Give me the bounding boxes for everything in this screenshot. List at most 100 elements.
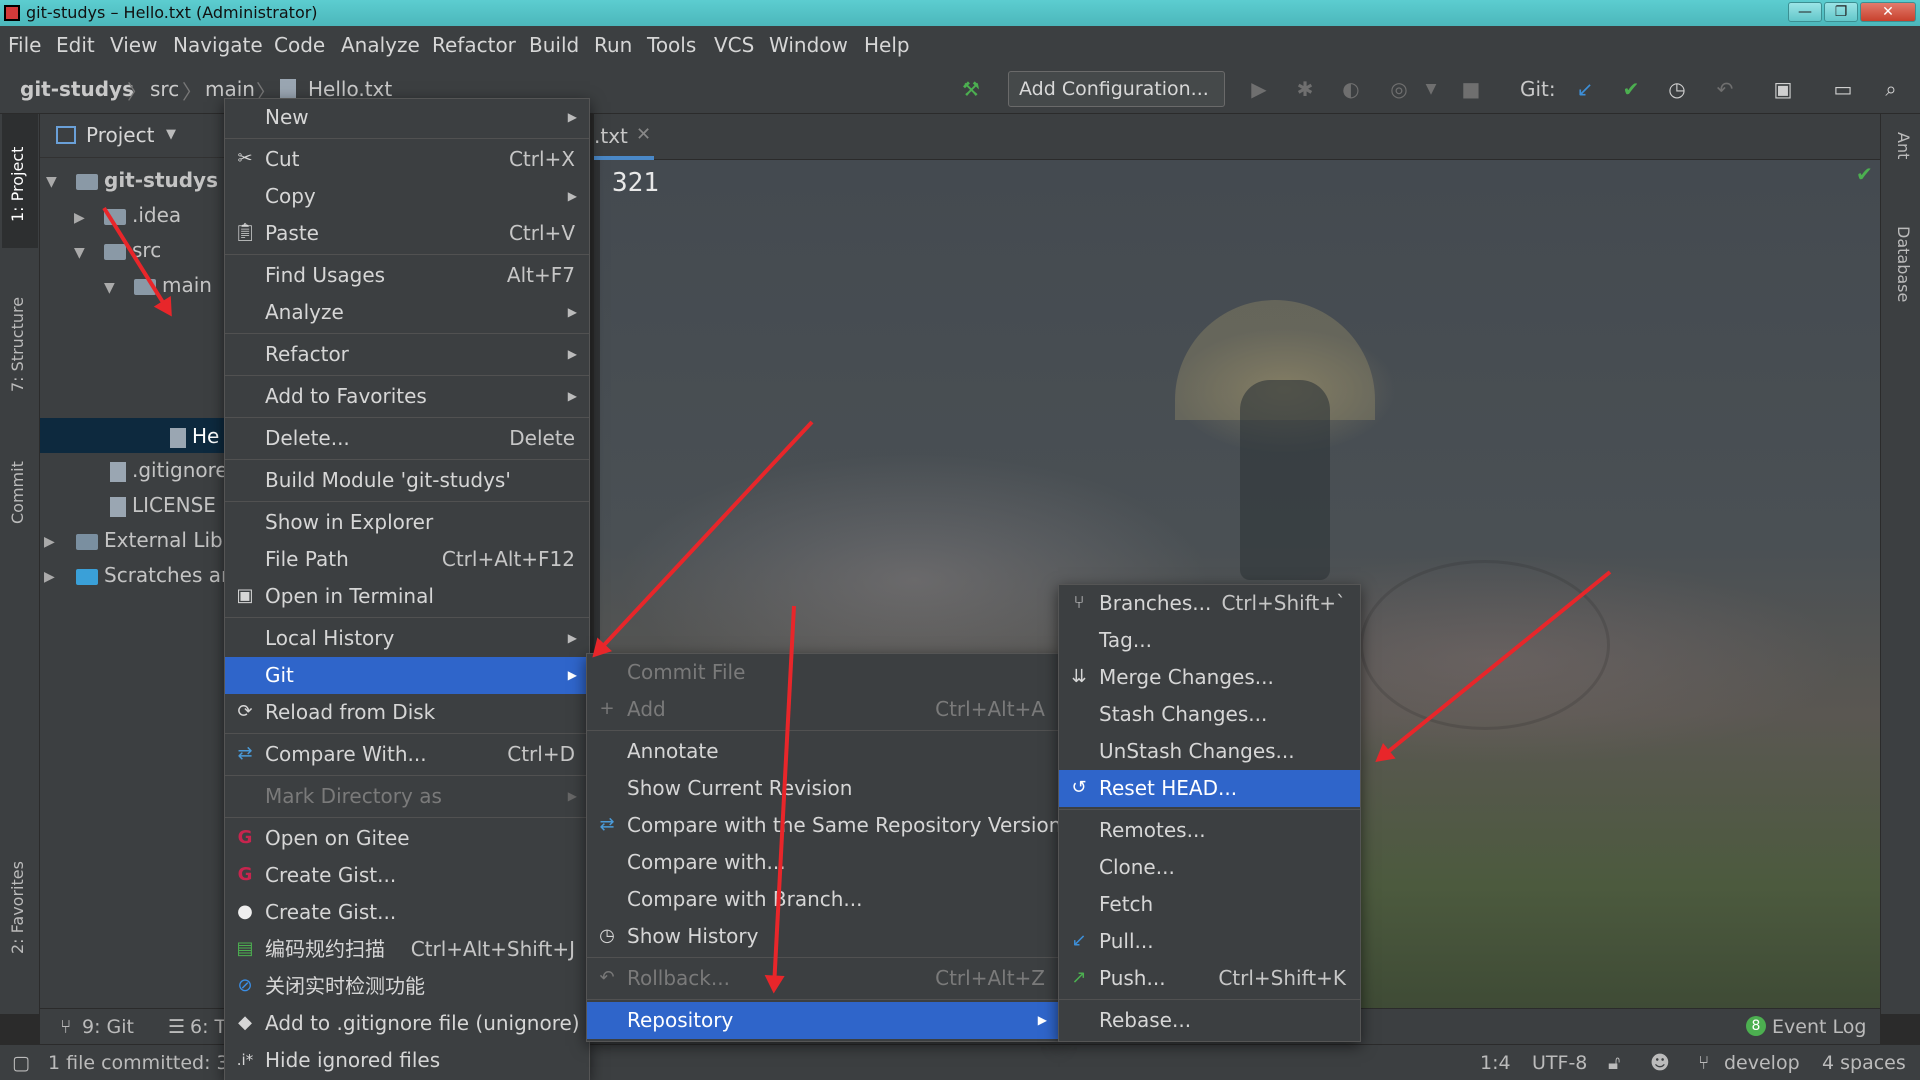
menu-item-open-on-gitee[interactable]: G Open on Gitee [225, 820, 589, 857]
status-message[interactable]: 1 file committed: 3 [48, 1052, 229, 1074]
lock-icon[interactable]: 🔓︎ [1608, 1052, 1620, 1074]
tree-item-project-root[interactable]: git-studys [76, 168, 218, 192]
menu-item-tag[interactable]: Tag... [1059, 622, 1360, 659]
tool-tab-commit[interactable]: Commit [8, 461, 27, 524]
menu-item-compare-same-repo-version[interactable]: ⇄ Compare with the Same Repository Versio… [587, 807, 1061, 844]
menu-item-file-path[interactable]: File Path Ctrl+Alt+F12 [225, 541, 589, 578]
menu-item-show-history[interactable]: ◷ Show History [587, 918, 1059, 955]
menu-item-open-in-terminal[interactable]: ▣ Open in Terminal [225, 578, 589, 615]
menu-item-hide-ignored-files[interactable]: .i* Hide ignored files [225, 1042, 589, 1079]
tree-collapse-icon[interactable]: ▶ [44, 569, 55, 585]
menu-window[interactable]: Window [769, 33, 848, 57]
menu-item-reload-from-disk[interactable]: ⟳ Reload from Disk [225, 694, 589, 731]
project-structure-icon[interactable]: ▣ [1770, 76, 1796, 102]
tree-item-gitignore[interactable]: .gitignore [110, 458, 228, 482]
menu-navigate[interactable]: Navigate [173, 33, 263, 57]
menu-item-compare-with[interactable]: Compare with... [587, 844, 1059, 881]
coverage-icon[interactable]: ◐ [1338, 76, 1364, 102]
menu-run[interactable]: Run [594, 33, 632, 57]
menu-item-refactor[interactable]: Refactor ▶ [225, 336, 589, 373]
menu-item-local-history[interactable]: Local History ▶ [225, 620, 589, 657]
menu-code[interactable]: Code [274, 33, 325, 57]
menu-item-add-to-gitignore[interactable]: ◆ Add to .gitignore file (unignore) [225, 1005, 589, 1042]
menu-item-add-to-favorites[interactable]: Add to Favorites ▶ [225, 378, 589, 415]
git-branch-widget[interactable]: develop [1724, 1052, 1800, 1074]
tool-tab-git[interactable]: 9: Git [82, 1016, 134, 1038]
git-history-icon[interactable]: ◷ [1664, 76, 1690, 102]
stop-icon[interactable]: ■ [1458, 76, 1484, 102]
menu-item-repository[interactable]: Repository ▶ [587, 1002, 1059, 1039]
search-icon[interactable]: ⌕ [1878, 76, 1904, 102]
tool-tab-todo[interactable]: 6: T [190, 1016, 226, 1038]
add-configuration-button[interactable]: Add Configuration... [1008, 71, 1225, 107]
menu-file[interactable]: File [8, 33, 41, 57]
inspector-icon[interactable]: ☻ [1650, 1052, 1670, 1074]
menu-item-branches[interactable]: ⑂ Branches... Ctrl+Shift+` [1059, 585, 1360, 622]
caret-position[interactable]: 1:4 [1480, 1052, 1511, 1074]
tree-item-scratches[interactable]: Scratches ar [76, 563, 229, 587]
tree-collapse-icon[interactable]: ▶ [74, 210, 85, 226]
minimize-button[interactable]: — [1788, 2, 1822, 22]
menu-item-stash-changes[interactable]: Stash Changes... [1059, 696, 1360, 733]
menu-item-compare-with[interactable]: ⇄ Compare With... Ctrl+D [225, 736, 589, 773]
editor-tab-hello-txt[interactable]: .txt [594, 124, 628, 148]
menu-item-push[interactable]: ↗ Push... Ctrl+Shift+K [1059, 960, 1360, 997]
breadcrumb-src[interactable]: src [150, 77, 179, 101]
editor-content[interactable]: 321 [612, 168, 659, 198]
menu-tools[interactable]: Tools [647, 33, 696, 57]
menu-item-cut[interactable]: ✂ Cut Ctrl+X [225, 141, 589, 178]
tree-item-external-libraries[interactable]: External Libr [76, 528, 231, 552]
tree-expand-icon[interactable]: ▼ [46, 174, 57, 190]
debug-icon[interactable]: ✱ [1292, 76, 1318, 102]
tree-expand-icon[interactable]: ▼ [74, 245, 85, 261]
terminal-window-icon[interactable]: ▭ [1830, 76, 1856, 102]
menu-item-unstash-changes[interactable]: UnStash Changes... [1059, 733, 1360, 770]
close-icon[interactable]: ✕ [636, 124, 651, 145]
menu-item-new[interactable]: New ▶ [225, 99, 589, 136]
menu-item-pull[interactable]: ↙ Pull... [1059, 923, 1360, 960]
menu-help[interactable]: Help [864, 33, 910, 57]
menu-item-delete[interactable]: Delete... Delete [225, 420, 589, 457]
git-update-icon[interactable]: ↙ [1572, 76, 1598, 102]
menu-item-fetch[interactable]: Fetch [1059, 886, 1360, 923]
menu-analyze[interactable]: Analyze [341, 33, 420, 57]
menu-item-rebase[interactable]: Rebase... [1059, 1002, 1360, 1039]
run-icon[interactable]: ▶ [1246, 76, 1272, 102]
menu-item-git[interactable]: Git ▶ [225, 657, 589, 694]
tree-item-hello-txt[interactable]: He [170, 424, 219, 448]
menu-view[interactable]: View [110, 33, 157, 57]
git-commit-icon[interactable]: ✔ [1618, 76, 1644, 102]
tool-tab-favorites[interactable]: 2: Favorites [8, 861, 27, 954]
tool-tab-structure[interactable]: 7: Structure [8, 297, 27, 392]
tree-expand-icon[interactable]: ▼ [104, 280, 115, 296]
project-view-title[interactable]: Project [86, 123, 154, 147]
indent-widget[interactable]: 4 spaces [1822, 1052, 1906, 1074]
menu-item-annotate[interactable]: Annotate [587, 733, 1059, 770]
menu-item-clone[interactable]: Clone... [1059, 849, 1360, 886]
menu-item-show-current-revision[interactable]: Show Current Revision [587, 770, 1059, 807]
maximize-button[interactable]: ❐ [1824, 2, 1858, 22]
menu-item-show-in-explorer[interactable]: Show in Explorer [225, 504, 589, 541]
tool-tab-event-log[interactable]: Event Log [1772, 1016, 1866, 1038]
menu-item-paste[interactable]: 📋︎ Paste Ctrl+V [225, 215, 589, 252]
chevron-down-icon[interactable]: ▼ [1418, 76, 1444, 102]
tree-item-license[interactable]: LICENSE [110, 493, 216, 517]
status-toggle-icon[interactable]: ▢ [12, 1052, 30, 1074]
profile-icon[interactable]: ◎ [1386, 76, 1412, 102]
menu-build[interactable]: Build [529, 33, 579, 57]
menu-item-find-usages[interactable]: Find Usages Alt+F7 [225, 257, 589, 294]
menu-item-code-scan[interactable]: ▤ 编码规约扫描 Ctrl+Alt+Shift+J [225, 931, 589, 968]
menu-item-create-gist-gitee[interactable]: G Create Gist... [225, 857, 589, 894]
menu-item-create-gist-github[interactable]: ● Create Gist... [225, 894, 589, 931]
menu-refactor[interactable]: Refactor [432, 33, 516, 57]
menu-edit[interactable]: Edit [56, 33, 95, 57]
tool-tab-database[interactable]: Database [1894, 226, 1913, 302]
chevron-down-icon[interactable]: ▼ [166, 127, 176, 142]
git-rollback-icon[interactable]: ↶ [1712, 76, 1738, 102]
tool-tab-ant[interactable]: Ant [1894, 132, 1913, 159]
menu-item-disable-realtime-check[interactable]: ⊘ 关闭实时检测功能 [225, 968, 589, 1005]
file-encoding[interactable]: UTF-8 [1532, 1052, 1587, 1074]
build-hammer-icon[interactable]: ⚒ [958, 76, 984, 102]
menu-item-merge-changes[interactable]: ⇊ Merge Changes... [1059, 659, 1360, 696]
menu-vcs[interactable]: VCS [714, 33, 754, 57]
